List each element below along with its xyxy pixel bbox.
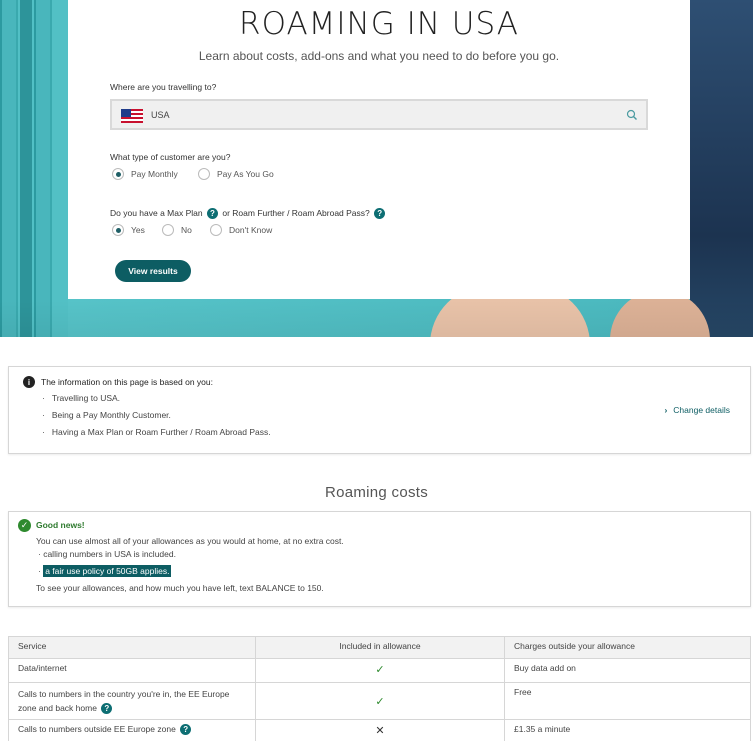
allowance-text: You can use almost all of your allowance…: [36, 536, 344, 546]
service-cell: Calls to numbers in the country you're i…: [8, 682, 256, 720]
tick-icon: ✓: [255, 658, 505, 683]
charge-cell: Free: [504, 682, 751, 720]
page-subtitle: Learn about costs, add-ons and what you …: [198, 49, 560, 63]
table-row: Data/internet ✓ Buy data add on: [8, 658, 751, 683]
column-header: Included in allowance: [255, 636, 505, 659]
search-card: ROAMING IN USA Learn about costs, add-on…: [68, 0, 690, 299]
destination-value: USA: [151, 110, 170, 120]
radio-label: Pay Monthly: [131, 169, 178, 179]
door-frame-image: [20, 0, 32, 337]
radio-label: Yes: [131, 225, 145, 235]
plan-question: Do you have a Max Plan ? or Roam Further…: [110, 208, 387, 220]
help-icon[interactable]: ?: [206, 208, 218, 220]
table-row: Calls to numbers outside EE Europe zone …: [8, 719, 751, 741]
list-item: Having a Max Plan or Roam Further / Roam…: [42, 426, 271, 443]
change-details-link[interactable]: › Change details: [664, 405, 730, 415]
radio-selected-icon[interactable]: [112, 224, 124, 236]
radio-pay-as-you-go[interactable]: Pay As You Go: [198, 168, 274, 180]
radio-pay-monthly[interactable]: Pay Monthly: [112, 168, 178, 180]
plan-question-part1: Do you have a Max Plan: [110, 208, 203, 218]
floor-shadow: [0, 300, 753, 337]
highlighted-bullet-text: a fair use policy of 50GB applies.: [43, 565, 172, 577]
radio-yes[interactable]: Yes: [112, 224, 145, 236]
radio-label: Pay As You Go: [217, 169, 274, 179]
cross-icon: ✕: [255, 719, 505, 741]
charge-cell: £1.35 a minute: [504, 719, 751, 741]
search-icon[interactable]: [626, 109, 638, 121]
usa-flag-icon: [121, 109, 143, 123]
info-heading: The information on this page is based on…: [41, 377, 213, 387]
page-title: ROAMING IN USA: [239, 6, 519, 42]
column-header: Charges outside your allowance: [504, 636, 751, 659]
roaming-costs-heading: Roaming costs: [324, 484, 429, 501]
list-item: · calling numbers in USA is included.: [38, 549, 176, 559]
list-item: · a fair use policy of 50GB applies.: [38, 565, 172, 577]
customer-type-question: What type of customer are you?: [110, 152, 231, 162]
destination-search-input[interactable]: USA: [110, 99, 648, 130]
radio-no[interactable]: No: [162, 224, 192, 236]
person-jeans-image: [690, 0, 753, 337]
help-icon[interactable]: ?: [374, 208, 386, 220]
service-text: Calls to numbers outside EE Europe zone: [18, 724, 176, 734]
change-details-label: Change details: [673, 405, 730, 415]
column-header: Service: [8, 636, 256, 659]
balance-text: To see your allowances, and how much you…: [36, 583, 324, 593]
roaming-charges-table: Service Included in allowance Charges ou…: [8, 636, 751, 741]
radio-unselected-icon[interactable]: [162, 224, 174, 236]
service-cell: Calls to numbers outside EE Europe zone …: [8, 719, 256, 741]
radio-label: No: [181, 225, 192, 235]
info-list: Travelling to USA. Being a Pay Monthly C…: [42, 392, 271, 443]
check-circle-icon: ✓: [18, 519, 31, 532]
help-icon[interactable]: ?: [180, 724, 192, 736]
radio-unselected-icon[interactable]: [198, 168, 210, 180]
list-item: Travelling to USA.: [42, 392, 271, 409]
table-header-row: Service Included in allowance Charges ou…: [8, 636, 751, 659]
charge-cell: Buy data add on: [504, 658, 751, 683]
tick-icon: ✓: [255, 682, 505, 720]
radio-label: Don't Know: [229, 225, 273, 235]
service-cell: Data/internet: [8, 658, 256, 683]
radio-dont-know[interactable]: Don't Know: [210, 224, 272, 236]
table-row: Calls to numbers in the country you're i…: [8, 682, 751, 720]
list-item: Being a Pay Monthly Customer.: [42, 409, 271, 426]
radio-selected-icon[interactable]: [112, 168, 124, 180]
view-results-button[interactable]: View results: [115, 260, 191, 282]
destination-question: Where are you travelling to?: [110, 82, 217, 92]
good-news-heading: Good news!: [36, 520, 85, 530]
service-text: Calls to numbers in the country you're i…: [18, 689, 230, 713]
radio-unselected-icon[interactable]: [210, 224, 222, 236]
bullet-text: calling numbers in USA is included.: [43, 549, 176, 559]
wooden-door-image: [0, 0, 68, 337]
good-news-box: ✓ Good news! You can use almost all of y…: [8, 511, 751, 607]
help-icon[interactable]: ?: [101, 703, 113, 715]
info-icon: i: [23, 376, 35, 388]
chevron-right-icon: ›: [664, 405, 668, 415]
hero-background: ROAMING IN USA Learn about costs, add-on…: [0, 0, 753, 337]
info-summary-box: i The information on this page is based …: [8, 366, 751, 454]
plan-question-part2: or Roam Further / Roam Abroad Pass?: [222, 208, 370, 218]
